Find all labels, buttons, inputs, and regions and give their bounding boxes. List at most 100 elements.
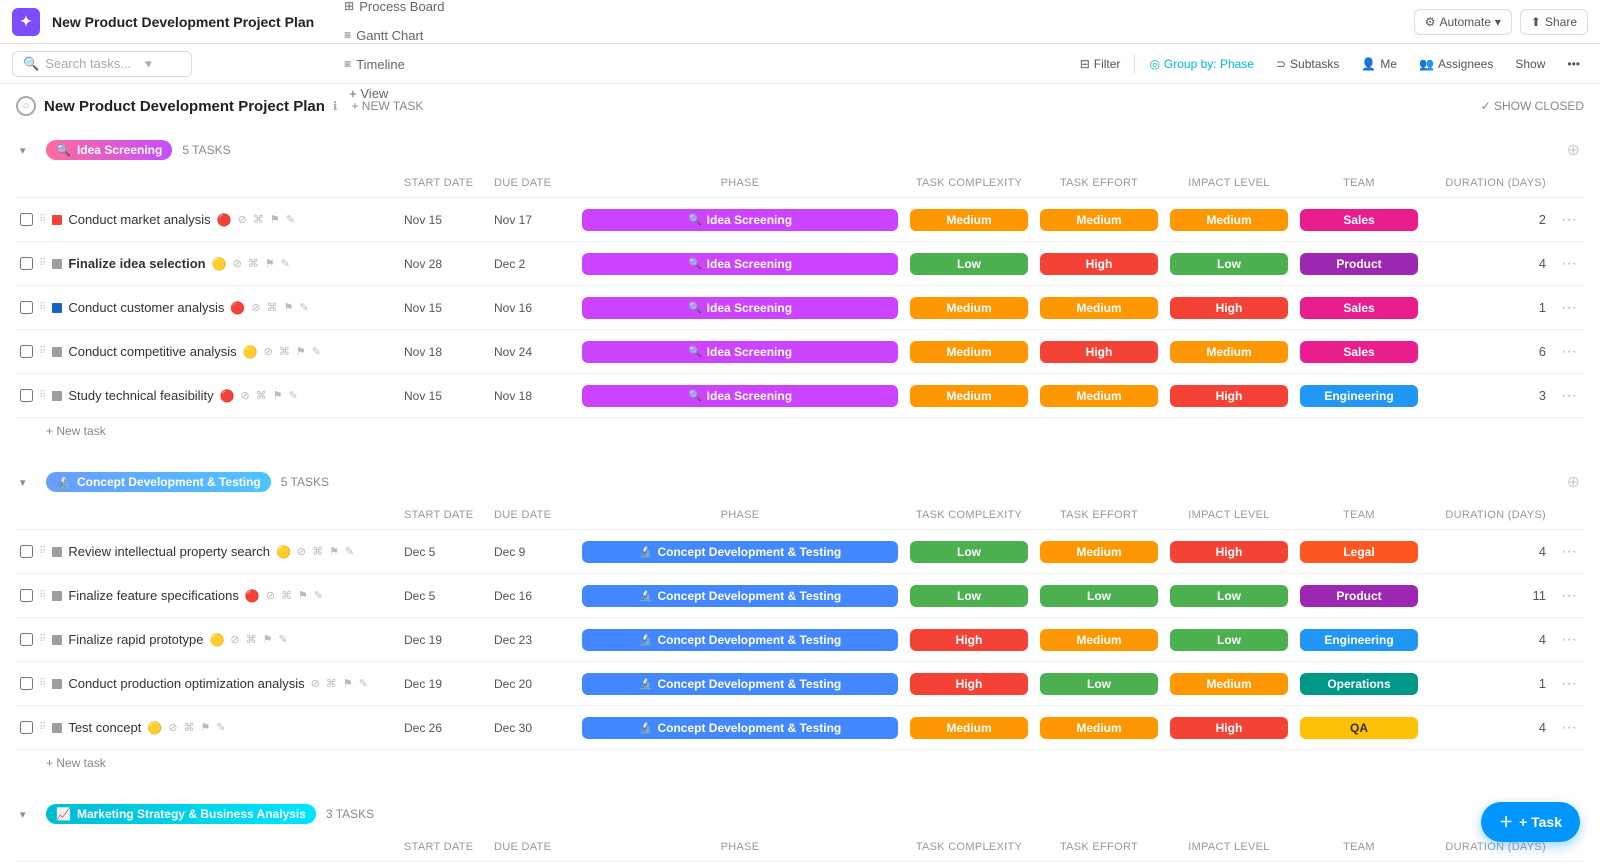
task-flag-icon[interactable]: ⚑ [284,301,294,314]
task-more-button[interactable]: ··· [1554,343,1584,361]
task-checkbox[interactable] [20,545,33,558]
task-edit-icon[interactable]: ✎ [216,721,225,734]
show-closed-button[interactable]: ✓ SHOW CLOSED [1481,99,1584,113]
task-flag-icon[interactable]: ⚑ [296,345,306,358]
task-flag-icon[interactable]: ⚑ [270,213,280,226]
task-more-button[interactable]: ··· [1554,631,1584,649]
task-name-label[interactable]: Conduct competitive analysis [68,344,236,359]
task-block-icon[interactable]: ⊘ [311,677,320,690]
task-name-label[interactable]: Study technical feasibility [68,388,213,403]
task-checkbox[interactable] [20,213,33,226]
project-info-icon[interactable]: ℹ [333,99,338,113]
task-edit-icon[interactable]: ✎ [289,389,298,402]
task-checkbox[interactable] [20,345,33,358]
task-edit-icon[interactable]: ✎ [286,213,295,226]
task-block-icon[interactable]: ⊘ [266,589,275,602]
search-box[interactable]: 🔍 Search tasks... ▾ [12,51,192,77]
task-edit-icon[interactable]: ✎ [314,589,323,602]
group-by-button[interactable]: ◎ Group by: Phase [1141,53,1262,75]
task-flag-icon[interactable]: ⚑ [273,389,283,402]
task-flag-icon[interactable]: ⚑ [329,545,339,558]
task-edit-icon[interactable]: ✎ [281,257,290,270]
me-button[interactable]: 👤 Me [1353,53,1405,75]
automate-button[interactable]: ⚙ Automate ▾ [1414,9,1512,35]
task-more-button[interactable]: ··· [1554,675,1584,693]
show-button[interactable]: Show [1507,53,1553,75]
share-button[interactable]: ⬆ Share [1520,9,1588,35]
nav-tab-process-board[interactable]: ⊞Process Board [334,0,500,22]
task-more-button[interactable]: ··· [1554,255,1584,273]
task-phase-badge: 🔬 Concept Development & Testing [582,717,898,739]
group-badge-concept-development[interactable]: 🔬 Concept Development & Testing [46,472,271,492]
task-flag-icon[interactable]: ⚑ [343,677,353,690]
task-start-date: Nov 15 [396,213,486,227]
task-name-label[interactable]: Finalize idea selection [68,256,205,271]
add-task-fab[interactable]: ＋ + Task [1481,802,1580,842]
task-more-button[interactable]: ··· [1554,587,1584,605]
group-add-icon-idea-screening[interactable]: ⊕ [1567,140,1580,160]
task-name-label[interactable]: Review intellectual property search [68,544,270,559]
task-name-label[interactable]: Conduct production optimization analysis [68,676,304,691]
task-copy-icon[interactable]: ⌘ [279,345,290,358]
task-flag-icon[interactable]: ⚑ [265,257,275,270]
task-more-button[interactable]: ··· [1554,387,1584,405]
task-name-label[interactable]: Finalize feature specifications [68,588,239,603]
task-checkbox[interactable] [20,633,33,646]
task-checkbox[interactable] [20,257,33,270]
task-name-label[interactable]: Finalize rapid prototype [68,632,203,647]
nav-tab-timeline[interactable]: ≡Timeline [334,51,500,80]
group-badge-idea-screening[interactable]: 🔍 Idea Screening [46,140,172,160]
group-toggle-marketing-strategy[interactable]: ▾ [20,808,36,821]
task-block-icon[interactable]: ⊘ [230,633,239,646]
task-copy-icon[interactable]: ⌘ [312,545,323,558]
task-more-button[interactable]: ··· [1554,211,1584,229]
task-name-label[interactable]: Conduct market analysis [68,212,210,227]
task-checkbox[interactable] [20,301,33,314]
task-block-icon[interactable]: ⊘ [168,721,177,734]
task-copy-icon[interactable]: ⌘ [184,721,195,734]
task-edit-icon[interactable]: ✎ [299,301,308,314]
add-task-link[interactable]: + New task [16,750,1584,776]
task-more-button[interactable]: ··· [1554,543,1584,561]
task-block-icon[interactable]: ⊘ [251,301,260,314]
task-block-icon[interactable]: ⊘ [238,213,247,226]
task-block-icon[interactable]: ⊘ [233,257,242,270]
task-copy-icon[interactable]: ⌘ [281,589,292,602]
task-checkbox[interactable] [20,721,33,734]
task-checkbox[interactable] [20,677,33,690]
subtasks-button[interactable]: ⊃ Subtasks [1268,53,1347,75]
group-badge-marketing-strategy[interactable]: 📈 Marketing Strategy & Business Analysis [46,804,316,824]
task-block-icon[interactable]: ⊘ [297,545,306,558]
task-edit-icon[interactable]: ✎ [359,677,368,690]
task-block-icon[interactable]: ⊘ [241,389,250,402]
task-copy-icon[interactable]: ⌘ [326,677,337,690]
task-checkbox[interactable] [20,389,33,402]
task-flag-icon[interactable]: ⚑ [263,633,273,646]
more-toolbar-button[interactable]: ••• [1559,53,1588,75]
task-copy-icon[interactable]: ⌘ [256,389,267,402]
task-copy-icon[interactable]: ⌘ [246,633,257,646]
task-edit-icon[interactable]: ✎ [345,545,354,558]
task-flag-icon[interactable]: ⚑ [298,589,308,602]
task-name-label[interactable]: Test concept [68,720,141,735]
task-phase-icon: 🔬 [639,677,653,690]
task-flag-icon[interactable]: ⚑ [201,721,211,734]
task-edit-icon[interactable]: ✎ [312,345,321,358]
nav-tab-gantt-chart[interactable]: ≡Gantt Chart [334,22,500,51]
group-toggle-idea-screening[interactable]: ▾ [20,144,36,157]
task-copy-icon[interactable]: ⌘ [248,257,259,270]
new-task-button[interactable]: + NEW TASK [345,97,429,115]
filter-button[interactable]: ⊟ Filter [1072,53,1129,75]
task-more-button[interactable]: ··· [1554,719,1584,737]
task-name-label[interactable]: Conduct customer analysis [68,300,224,315]
add-task-link[interactable]: + New task [16,418,1584,444]
assignees-button[interactable]: 👥 Assignees [1411,53,1501,75]
task-more-button[interactable]: ··· [1554,299,1584,317]
group-add-icon-concept-development[interactable]: ⊕ [1567,472,1580,492]
task-checkbox[interactable] [20,589,33,602]
task-copy-icon[interactable]: ⌘ [267,301,278,314]
task-block-icon[interactable]: ⊘ [264,345,273,358]
group-toggle-concept-development[interactable]: ▾ [20,476,36,489]
task-copy-icon[interactable]: ⌘ [253,213,264,226]
task-edit-icon[interactable]: ✎ [279,633,288,646]
